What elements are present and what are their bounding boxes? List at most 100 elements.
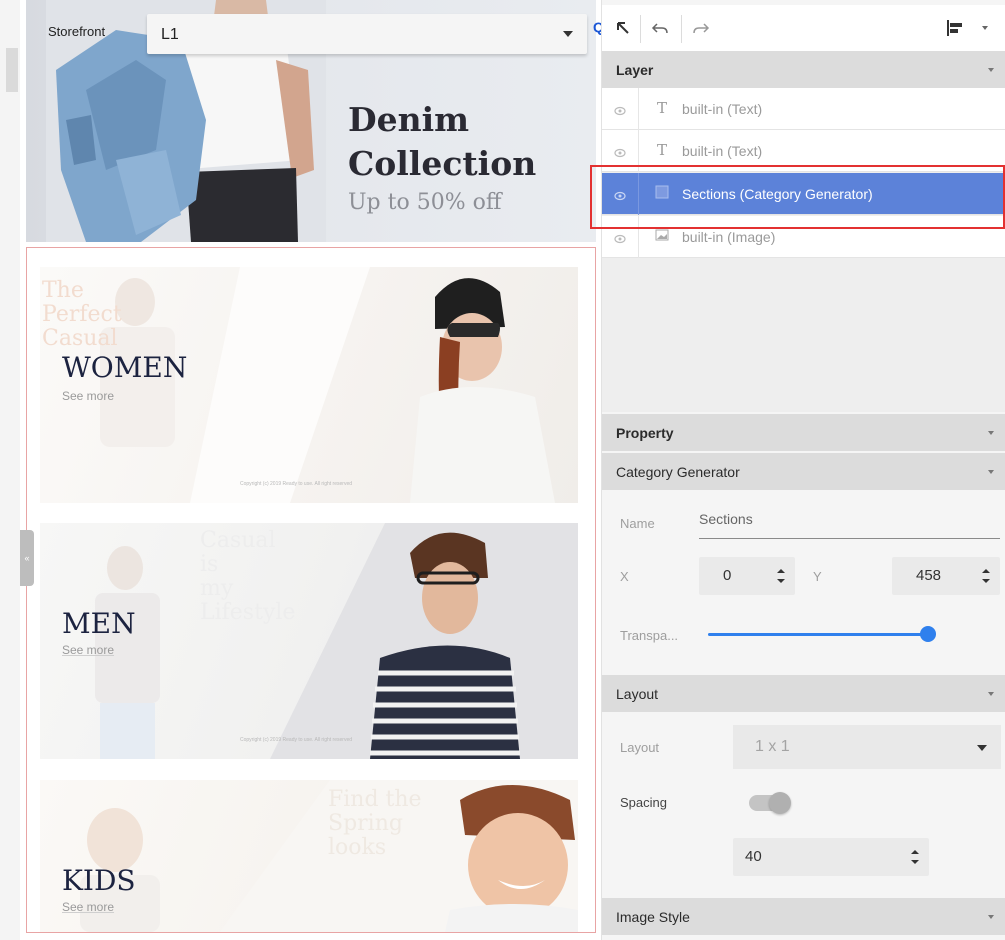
layer-item[interactable]: T built-in (Text) [602,88,1005,130]
image-style-section-header[interactable]: Image Style [602,898,1005,935]
women-script-line: Casual [42,326,118,351]
undo-icon[interactable] [649,17,671,39]
category-sections[interactable]: The Perfect Casual WOMEN See more Copyri… [26,247,596,933]
properties-panel: Layer T built-in (Text) T built-in (Text… [601,0,1005,940]
stepper-up-icon[interactable] [777,569,785,573]
layer-section-header[interactable]: Layer [602,51,1005,88]
hero-subtitle: Up to 50% off [348,190,502,215]
property-header-label: Property [616,425,674,441]
storefront-label: Storefront [48,24,106,39]
image-style-header-label: Image Style [616,909,690,925]
layout-select-value: 1 x 1 [755,738,790,755]
text-icon: T [656,99,667,117]
align-icon[interactable] [944,17,966,39]
kids-see-more-link[interactable]: See more [62,900,114,914]
spacing-stepper[interactable]: 40 [733,838,929,876]
transparency-label: Transpa... [620,628,679,643]
spacing-label: Spacing [620,795,667,810]
collapse-panel-handle[interactable]: « [20,530,34,586]
layer-item-label: built-in (Text) [682,101,763,117]
eye-icon[interactable] [614,145,626,163]
eye-icon[interactable] [614,231,626,249]
x-value: 0 [723,567,732,584]
layer-item-label: built-in (Image) [682,229,776,245]
stepper-up-icon[interactable] [982,569,990,573]
transparency-slider-track[interactable] [708,633,930,636]
men-script-text: Casual is my Lifestyle [200,529,295,625]
name-input-underline [699,538,1000,539]
x-label: X [620,569,629,584]
x-stepper[interactable]: 0 [699,557,795,595]
men-script-line: my [200,576,234,601]
women-copyright: Copyright (c) 2019 Ready to use. All rig… [240,481,352,487]
hero-title-line2: Collection [348,144,537,183]
page-canvas: Denim Collection Up to 50% off The Perfe… [26,0,596,940]
men-script-line: Casual [200,528,276,553]
panel-toolbar [602,5,1005,51]
select-arrow-icon[interactable] [612,17,634,39]
kids-script-line: Find the [328,787,422,812]
chevron-down-icon [988,470,994,474]
layout-label: Layout [620,740,660,755]
double-chevron-left-icon: « [24,553,30,563]
redo-icon[interactable] [690,17,712,39]
spacing-toggle-knob[interactable] [769,792,791,814]
stepper-up-icon[interactable] [911,850,919,854]
transparency-slider-knob[interactable] [920,626,936,642]
hero-title: Denim Collection [348,98,536,186]
category-banner-women[interactable]: The Perfect Casual WOMEN See more Copyri… [40,267,578,503]
women-title: WOMEN [62,351,188,384]
editor-root: Denim Collection Up to 50% off The Perfe… [0,0,1005,940]
kids-script-text: Find the Spring looks [328,788,422,860]
kids-model-image [80,780,578,932]
toolbar-divider [681,15,682,43]
kids-title: KIDS [62,864,136,897]
women-script-line: Perfect [42,302,122,327]
men-see-more-link[interactable]: See more [62,643,114,657]
name-input[interactable]: Sections [699,511,753,527]
y-value: 458 [916,567,942,584]
y-label: Y [813,569,822,584]
layout-section-header[interactable]: Layout [602,675,1005,712]
gutter-scroll-indicator[interactable] [6,48,18,92]
dropdown-arrow-icon [977,745,987,751]
men-title: MEN [62,607,136,640]
category-generator-header[interactable]: Category Generator [602,453,1005,490]
kids-script-line: looks [328,835,387,860]
stepper-down-icon[interactable] [777,579,785,583]
category-banner-kids[interactable]: Find the Spring looks KIDS See more [40,780,578,932]
category-generator-label: Category Generator [616,464,740,480]
property-section-header[interactable]: Property [602,414,1005,451]
chevron-down-icon [988,68,994,72]
hero-title-line1: Denim [348,100,470,139]
storefront-select[interactable]: L1 [147,14,587,54]
layout-select[interactable]: 1 x 1 [733,725,1001,769]
storefront-select-value: L1 [161,26,179,43]
name-label: Name [620,516,655,531]
align-dropdown-icon[interactable] [974,17,996,39]
eye-icon[interactable] [614,103,626,121]
chevron-down-icon [988,915,994,919]
men-copyright: Copyright (c) 2019 Ready to use. All rig… [240,737,352,743]
women-see-more-link[interactable]: See more [62,389,114,403]
layer-header-label: Layer [616,62,654,78]
stepper-down-icon[interactable] [911,860,919,864]
category-banner-men[interactable]: Casual is my Lifestyle MEN See more Copy… [40,523,578,759]
text-icon: T [656,141,667,159]
women-script-text: The Perfect Casual [42,279,122,351]
storefront-bar: Storefront L1 Q [26,10,604,54]
layout-header-label: Layout [616,686,659,702]
stepper-down-icon[interactable] [982,579,990,583]
layer-item-label: built-in (Text) [682,143,763,159]
left-gutter [0,0,20,940]
chevron-down-icon [988,431,994,435]
layer-list: T built-in (Text) T built-in (Text) Sect… [602,88,1005,412]
dropdown-arrow-icon [563,31,573,37]
y-stepper[interactable]: 458 [892,557,1000,595]
image-icon [654,228,670,244]
selection-highlight [590,165,1005,229]
men-model-image [95,523,578,759]
men-script-line: Lifestyle [200,600,296,625]
kids-script-line: Spring [328,811,403,836]
spacing-value: 40 [745,848,762,865]
